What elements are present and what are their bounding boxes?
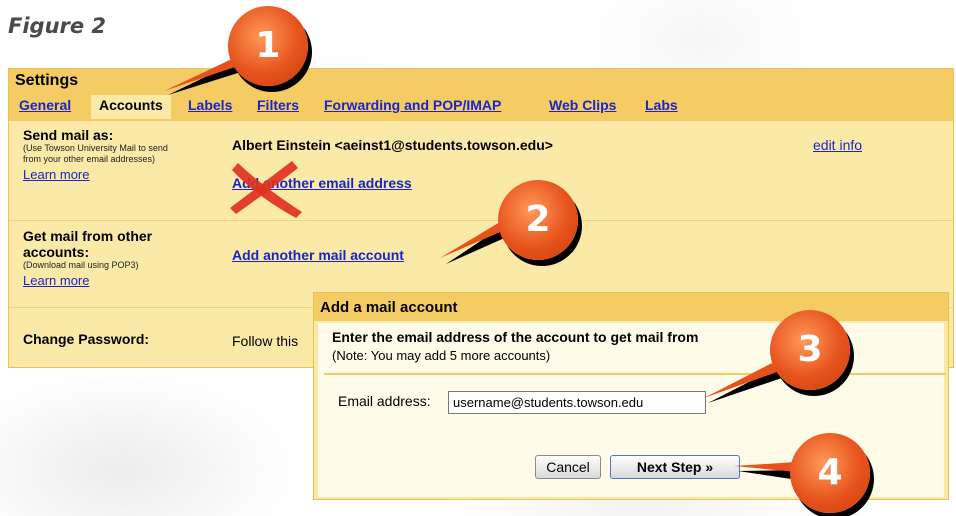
callout-1: 1 — [228, 6, 308, 86]
callout-4: 4 — [790, 433, 870, 513]
x-mark-icon — [230, 161, 302, 218]
arrow-3 — [704, 363, 782, 403]
callout-2: 2 — [498, 180, 578, 260]
callout-3: 3 — [770, 310, 850, 390]
arrow-4 — [734, 462, 798, 480]
arrow-1 — [164, 58, 241, 95]
